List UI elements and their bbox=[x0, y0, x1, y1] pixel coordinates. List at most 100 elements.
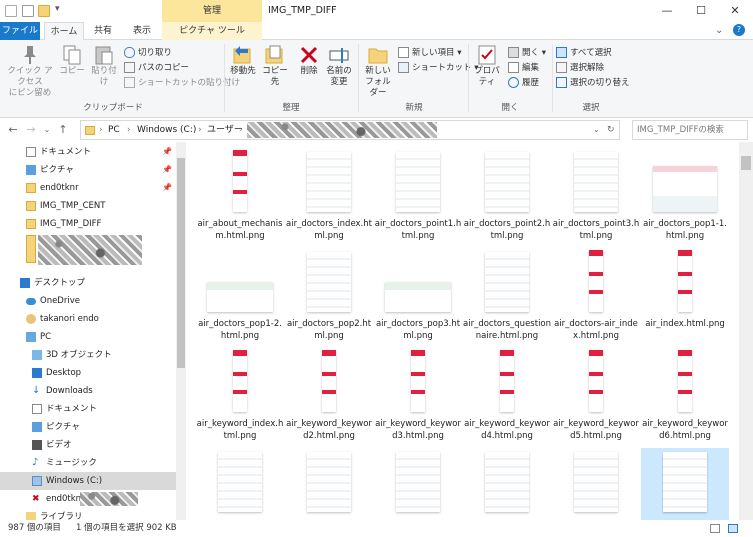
copy-path-button[interactable]: パスのコピー bbox=[124, 61, 220, 76]
address-bar[interactable]: › PC › Windows (C:) › ユーザー › ⌄ ↻ bbox=[80, 120, 620, 140]
nav-item-img-tmp-cent[interactable]: IMG_TMP_CENT bbox=[0, 197, 176, 215]
nav-item-img-tmp-diff[interactable]: IMG_TMP_DIFF bbox=[0, 215, 176, 233]
breadcrumb-users[interactable]: ユーザー bbox=[207, 121, 243, 139]
nav-item-desktop[interactable]: デスクトップ bbox=[0, 274, 176, 292]
rename-label: 名前の 変更 bbox=[326, 66, 352, 87]
tab-share[interactable]: 共有 bbox=[88, 22, 118, 40]
refresh-icon[interactable]: ↻ bbox=[607, 121, 615, 139]
customize-quick-access-icon[interactable]: ▾ bbox=[55, 4, 60, 14]
status-bar: 987 個の項目 1 個の項目を選択 902 KB bbox=[0, 520, 753, 537]
file-item[interactable] bbox=[374, 448, 462, 520]
move-to-button[interactable]: 移動先 bbox=[228, 44, 258, 77]
file-item[interactable]: air_doctors_questionnaire.html.png bbox=[463, 248, 551, 348]
invert-selection-button[interactable]: 選択の切り替え bbox=[556, 76, 636, 91]
nav-item-3d-objects[interactable]: 3D オブジェクト bbox=[0, 346, 176, 364]
large-icons-view-icon[interactable] bbox=[728, 524, 738, 533]
image-thumbnail bbox=[307, 452, 351, 512]
rename-button[interactable]: 名前の 変更 bbox=[324, 44, 354, 88]
file-item[interactable]: air_doctors_pop2.html.png bbox=[285, 248, 373, 348]
properties-button[interactable]: プロパティ bbox=[470, 44, 504, 88]
file-item[interactable]: air_keyword_keyword4.html.png bbox=[463, 348, 551, 448]
nav-item-downloads[interactable]: ↓ Downloads bbox=[0, 382, 176, 400]
edit-button[interactable]: 編集 bbox=[508, 61, 552, 76]
tab-home[interactable]: ホーム bbox=[44, 22, 84, 41]
nav-scrollbar-thumb[interactable] bbox=[177, 158, 185, 368]
nav-item-music[interactable]: ♪ ミュージック bbox=[0, 454, 176, 472]
file-item[interactable]: air_doctors_pop1-2.html.png bbox=[196, 248, 284, 348]
recent-locations-icon[interactable]: ⌄ bbox=[40, 122, 54, 138]
file-item[interactable]: air_keyword_keyword3.html.png bbox=[374, 348, 462, 448]
nav-item-windows-c[interactable]: Windows (C:) bbox=[0, 472, 176, 490]
close-button[interactable]: ✕ bbox=[720, 0, 750, 22]
help-icon[interactable]: ? bbox=[733, 24, 745, 36]
file-item[interactable]: air_doctors-air_index.html.png bbox=[552, 248, 640, 348]
address-dropdown-icon[interactable]: ⌄ bbox=[593, 121, 600, 139]
file-item[interactable] bbox=[552, 448, 640, 520]
nav-item-network-drive[interactable]: ✖ end0tknr bbox=[0, 490, 176, 508]
delete-button[interactable]: 削除 bbox=[296, 44, 322, 77]
content-scrollbar-thumb[interactable] bbox=[741, 156, 751, 170]
nav-item-pictures[interactable]: ピクチャ 📌 bbox=[0, 161, 176, 179]
nav-item-desktop-folder[interactable]: Desktop bbox=[0, 364, 176, 382]
image-thumbnail bbox=[307, 152, 351, 212]
file-name: air_keyword_keyword5.html.png bbox=[553, 419, 639, 441]
file-item[interactable]: air_keyword_keyword6.html.png bbox=[641, 348, 729, 448]
details-view-icon[interactable] bbox=[710, 524, 720, 533]
file-item[interactable]: air_doctors_pop1-1.html.png bbox=[641, 148, 729, 248]
up-arrow-icon[interactable]: ↑ bbox=[56, 122, 70, 138]
nav-item-documents[interactable]: ドキュメント 📌 bbox=[0, 143, 176, 161]
file-item[interactable]: air_doctors_index.html.png bbox=[285, 148, 373, 248]
back-arrow-icon[interactable]: ← bbox=[6, 122, 20, 138]
history-button[interactable]: 履歴 bbox=[508, 76, 552, 91]
copy-button[interactable]: コピー bbox=[58, 44, 86, 77]
nav-item-videos[interactable]: ビデオ bbox=[0, 436, 176, 454]
pin-icon: 📌 bbox=[162, 165, 172, 174]
copy-to-button[interactable]: コピー先 bbox=[260, 44, 290, 88]
file-item[interactable]: air_doctors_point2.html.png bbox=[463, 148, 551, 248]
search-input[interactable]: IMG_TMP_DIFFの検索 bbox=[632, 120, 748, 140]
tab-view[interactable]: 表示 bbox=[126, 22, 158, 40]
file-item[interactable] bbox=[196, 448, 284, 520]
breadcrumb-windows-c[interactable]: Windows (C:) bbox=[137, 121, 196, 139]
file-item[interactable]: air_doctors_point1.html.png bbox=[374, 148, 462, 248]
new-item-button[interactable]: 新しい項目 ▾ bbox=[398, 46, 468, 61]
nav-item-pc[interactable]: PC bbox=[0, 328, 176, 346]
file-item[interactable]: air_keyword_keyword2.html.png bbox=[285, 348, 373, 448]
nav-item-libraries[interactable]: ライブラリ bbox=[0, 508, 176, 520]
nav-item-user[interactable]: takanori endo bbox=[0, 310, 176, 328]
file-item[interactable]: air_index.html.png bbox=[641, 248, 729, 348]
properties-quick-icon[interactable] bbox=[22, 5, 34, 17]
file-item[interactable] bbox=[641, 448, 729, 520]
minimize-button[interactable]: — bbox=[652, 0, 682, 22]
new-folder-button[interactable]: 新しい フォルダー bbox=[362, 44, 394, 99]
new-folder-quick-icon[interactable] bbox=[38, 5, 50, 17]
file-item[interactable]: air_keyword_keyword5.html.png bbox=[552, 348, 640, 448]
nav-item-end0tknr[interactable]: end0tknr 📌 bbox=[0, 179, 176, 197]
nav-item-pc-pictures[interactable]: ピクチャ bbox=[0, 418, 176, 436]
maximize-button[interactable]: ☐ bbox=[686, 0, 716, 22]
file-item[interactable]: air_doctors_point3.html.png bbox=[552, 148, 640, 248]
breadcrumb-pc[interactable]: PC bbox=[108, 121, 120, 139]
redacted-username bbox=[247, 122, 437, 138]
tab-picture-tools[interactable]: ピクチャ ツール bbox=[162, 22, 262, 40]
file-item[interactable]: air_doctors_pop3.html.png bbox=[374, 248, 462, 348]
nav-item-onedrive[interactable]: OneDrive bbox=[0, 292, 176, 310]
tab-file[interactable]: ファイル bbox=[0, 22, 40, 40]
forward-arrow-icon[interactable]: → bbox=[24, 122, 38, 138]
paste-button[interactable]: 貼り付け bbox=[88, 44, 120, 88]
paste-shortcut-button[interactable]: ショートカットの貼り付け bbox=[124, 76, 240, 91]
file-item[interactable] bbox=[285, 448, 373, 520]
pin-quick-access-button[interactable]: クイック アクセス にピン留め bbox=[4, 44, 56, 99]
nav-item-pc-documents[interactable]: ドキュメント bbox=[0, 400, 176, 418]
file-item[interactable] bbox=[463, 448, 551, 520]
redacted-folder[interactable] bbox=[38, 235, 142, 265]
open-button[interactable]: 開く ▾ bbox=[508, 46, 552, 61]
select-all-button[interactable]: すべて選択 bbox=[556, 46, 636, 61]
cut-button[interactable]: 切り取り bbox=[124, 46, 220, 61]
file-item[interactable]: air_about_mechanism.html.png bbox=[196, 148, 284, 248]
select-none-button[interactable]: 選択解除 bbox=[556, 61, 636, 76]
file-item[interactable]: air_keyword_index.html.png bbox=[196, 348, 284, 448]
easy-access-button[interactable]: ショートカット ▾ bbox=[398, 61, 478, 76]
content-scrollbar[interactable] bbox=[739, 142, 753, 520]
collapse-ribbon-icon[interactable]: ⌄ bbox=[715, 25, 723, 36]
